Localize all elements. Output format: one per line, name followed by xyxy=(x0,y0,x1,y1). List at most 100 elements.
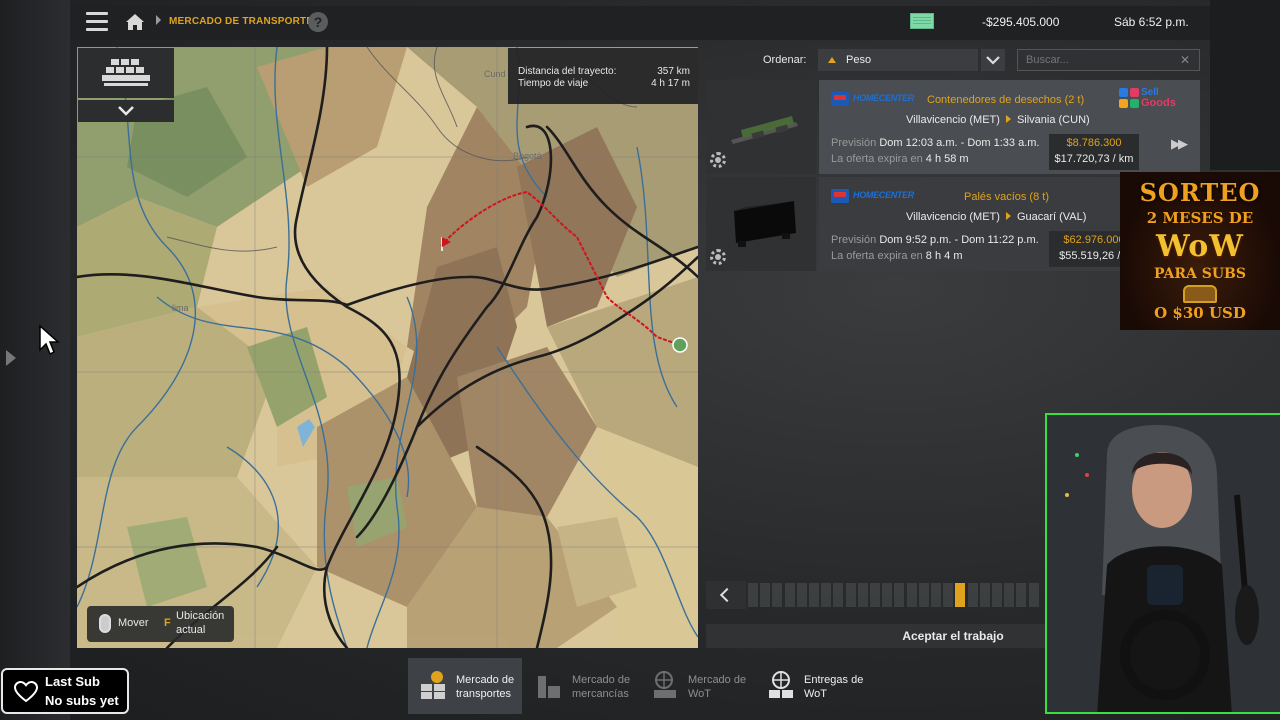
help-button[interactable]: ? xyxy=(308,12,328,32)
gear-icon[interactable] xyxy=(710,152,726,168)
route-map[interactable]: Cund Bogotá lima xyxy=(77,47,698,648)
company-logo: HOMECENTER xyxy=(831,189,923,203)
legend-location-2: actual xyxy=(176,624,206,636)
giveaway-banner: SORTEO 2 MESES DE WoW PARA SUBS O $30 US… xyxy=(1120,172,1280,330)
tab-cargo-market[interactable]: Mercado de mercancías xyxy=(524,658,638,714)
page-dot[interactable] xyxy=(955,583,966,607)
arrow-right-icon xyxy=(1005,212,1011,220)
distance-label: Distancia del trayecto: xyxy=(518,66,617,77)
truck-position-icon xyxy=(672,337,688,353)
gear-icon[interactable] xyxy=(710,249,726,265)
page-dot[interactable] xyxy=(979,583,990,607)
cargo-market-icon xyxy=(538,676,560,698)
map-label-bogota: Bogotá xyxy=(513,151,542,161)
cargo-name: Contenedores de desechos (2 t) xyxy=(927,94,1085,106)
page-dot[interactable] xyxy=(1016,583,1027,607)
breadcrumb: MERCADO DE TRANSPORTES xyxy=(169,16,321,27)
sell-goods-line2: Goods xyxy=(1141,97,1176,109)
tab-wot-market[interactable]: Mercado de WoT xyxy=(640,658,754,714)
streamer-silhouette xyxy=(1047,415,1280,712)
page-dot[interactable] xyxy=(845,583,856,607)
travel-time-value: 4 h 17 m xyxy=(651,78,690,89)
close-icon[interactable]: ✕ xyxy=(1180,53,1190,67)
page-dot[interactable] xyxy=(772,583,783,607)
page-dot[interactable] xyxy=(784,583,795,607)
page-dot[interactable] xyxy=(760,583,771,607)
heart-icon xyxy=(14,681,38,703)
schedule-label: Previsión xyxy=(831,137,877,149)
page-dot[interactable] xyxy=(882,583,893,607)
route-info-panel: Distancia del trayecto: 357 km Tiempo de… xyxy=(508,48,698,104)
legend-key: F xyxy=(164,617,171,629)
last-sub-value: No subs yet xyxy=(45,693,119,708)
map-legend: Mover F Ubicación actual xyxy=(87,606,234,642)
promo-line-1: SORTEO xyxy=(1139,178,1261,207)
page-dot[interactable] xyxy=(967,583,978,607)
search-input[interactable] xyxy=(1017,49,1200,71)
treasure-chest-icon xyxy=(1183,285,1217,303)
trailer-thumbnail xyxy=(706,80,816,174)
home-icon[interactable] xyxy=(124,11,146,33)
webcam-feed xyxy=(1045,413,1280,714)
page-dot[interactable] xyxy=(992,583,1002,607)
legend-location-1: Ubicación xyxy=(176,610,225,622)
cargo-name: Palés vacíos (8 t) xyxy=(964,191,1049,203)
page-dot[interactable] xyxy=(796,583,807,607)
game-clock: Sáb 6:52 p.m. xyxy=(1114,15,1189,29)
destination-city: Guacarí (VAL) xyxy=(1016,211,1087,223)
promo-line-2: 2 MESES DE xyxy=(1146,209,1254,227)
arrow-right-icon xyxy=(1005,115,1011,123)
previous-page-button[interactable] xyxy=(706,581,746,609)
tab-label-2: WoT xyxy=(688,688,712,700)
page-dot[interactable] xyxy=(821,583,832,607)
sell-goods-badge: Sell Goods xyxy=(1119,86,1185,112)
page-dot[interactable] xyxy=(870,583,880,607)
page-dot[interactable] xyxy=(1004,583,1015,607)
page-dot[interactable] xyxy=(833,583,844,607)
mouse-icon xyxy=(99,614,111,633)
job-offer-row[interactable]: HOMECENTER Contenedores de desechos (2 t… xyxy=(706,80,1200,174)
tab-label-2: mercancías xyxy=(572,688,629,700)
page-dot[interactable] xyxy=(857,583,868,607)
sort-dropdown[interactable]: Peso xyxy=(818,49,978,71)
price-per-km: $17.720,73 / km xyxy=(1054,153,1134,165)
page-dot[interactable] xyxy=(894,583,905,607)
schedule-label: Previsión xyxy=(831,234,877,246)
map-label-cund: Cund xyxy=(484,69,506,79)
page-dot[interactable] xyxy=(918,583,929,607)
page-dot[interactable] xyxy=(943,583,954,607)
offer-expiry: La oferta expira en 8 h 4 m xyxy=(831,250,962,262)
menu-icon[interactable] xyxy=(86,12,108,32)
cargo-stack-icon xyxy=(102,59,150,86)
page-indicator xyxy=(748,583,1040,607)
schedule: Previsión Dom 9:52 p.m. - Dom 11:22 p.m. xyxy=(831,234,1039,246)
expiry-label: La oferta expira en xyxy=(831,153,923,165)
side-panel-arrow-icon[interactable] xyxy=(6,350,16,366)
job-route: Villavicencio (MET) Silvania (CUN) xyxy=(906,114,1090,126)
tab-label-1: Mercado de xyxy=(456,674,515,686)
sort-dropdown-toggle[interactable] xyxy=(981,49,1005,71)
chevron-down-icon xyxy=(118,106,134,116)
expiry-value: 8 h 4 m xyxy=(925,250,963,262)
page-dot[interactable] xyxy=(748,583,758,607)
map-layers-button[interactable] xyxy=(78,48,174,98)
tab-freight-market[interactable]: Mercado de transportes xyxy=(408,658,522,714)
chevron-down-icon xyxy=(986,56,1000,65)
terrain xyxy=(77,47,698,648)
wot-deliveries-icon xyxy=(769,671,793,698)
tab-label-2: transportes xyxy=(456,688,512,700)
schedule-value: Dom 12:03 a.m. - Dom 1:33 a.m. xyxy=(879,137,1040,149)
destination-city: Silvania (CUN) xyxy=(1016,114,1090,126)
origin-city: Villavicencio (MET) xyxy=(906,114,1000,126)
page-dot[interactable] xyxy=(1028,583,1039,607)
promo-line-4: PARA SUBS xyxy=(1153,266,1246,282)
expiry-label: La oferta expira en xyxy=(831,250,923,262)
tab-label-1: Mercado de xyxy=(572,674,631,686)
tab-wot-deliveries[interactable]: Entregas de WoT xyxy=(756,658,870,714)
sort-value: Peso xyxy=(846,54,872,66)
page-dot[interactable] xyxy=(931,583,941,607)
map-expand-button[interactable] xyxy=(78,100,174,122)
fast-forward-icon[interactable]: ▶▶ xyxy=(1171,136,1188,152)
page-dot[interactable] xyxy=(906,583,917,607)
page-dot[interactable] xyxy=(809,583,819,607)
